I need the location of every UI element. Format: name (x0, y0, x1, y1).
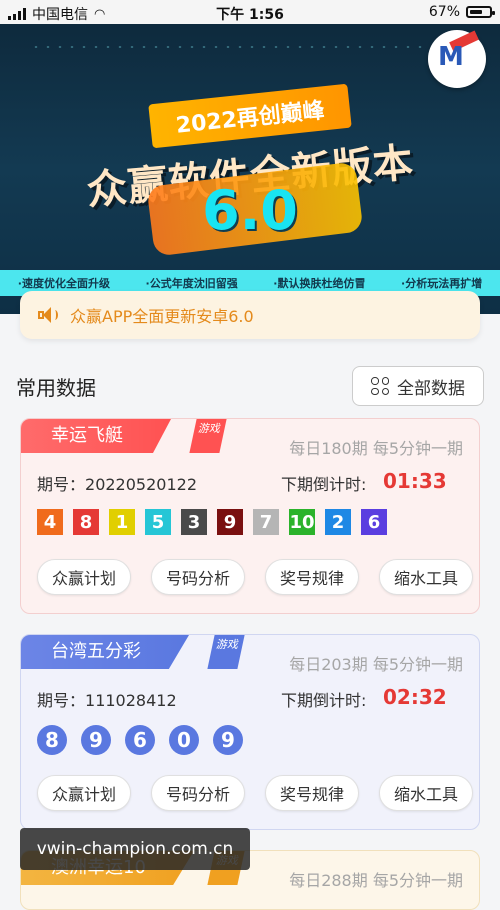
draw-number: 10 (289, 509, 315, 535)
countdown-label: 下期倒计时: (281, 691, 367, 710)
card-frequency: 每日288期 每5分钟一期 (289, 871, 463, 890)
clock: 下午 1:56 (216, 7, 284, 23)
feature-item: ·速度优化全面升级 (17, 277, 110, 290)
period-label: 期号： (37, 475, 86, 494)
banner-decoration (30, 42, 470, 52)
draw-number: 7 (253, 509, 279, 535)
draw-number: 6 (361, 509, 387, 535)
card-frequency: 每日180期 每5分钟一期 (289, 439, 463, 458)
draw-number: 2 (325, 509, 351, 535)
draw-number: 9 (217, 509, 243, 535)
draw-number: 5 (145, 509, 171, 535)
section-title: 常用数据 (16, 376, 96, 400)
countdown-value: 01:33 (383, 469, 447, 493)
logo-m-icon: M (438, 42, 464, 72)
draw-number: 9 (81, 725, 111, 755)
draw-number: 4 (37, 509, 63, 535)
card-actions: 众赢计划 号码分析 奖号规律 缩水工具 (37, 775, 473, 811)
draw-number: 8 (73, 509, 99, 535)
banner-version: 6.0 (202, 179, 298, 242)
plan-button[interactable]: 众赢计划 (37, 559, 131, 595)
number-analysis-button[interactable]: 号码分析 (151, 775, 245, 811)
watermark: vwin-champion.com.cn (20, 828, 250, 870)
feature-item: ·分析玩法再扩增 (401, 277, 483, 290)
all-data-button[interactable]: 全部数据 (352, 366, 484, 406)
draw-number: 6 (125, 725, 155, 755)
card-title: 幸运飞艇 (21, 419, 171, 453)
draw-numbers: 89609 (37, 725, 243, 755)
battery-percent: 67% (428, 4, 460, 20)
battery-icon (466, 6, 495, 18)
prize-pattern-button[interactable]: 奖号规律 (265, 775, 359, 811)
lottery-card-taiwan[interactable]: 台湾五分彩 游戏 每日203期 每5分钟一期 期号：111028412 下期倒计… (20, 634, 480, 830)
reduction-tool-button[interactable]: 缩水工具 (379, 775, 473, 811)
draw-number: 9 (213, 725, 243, 755)
all-data-label: 全部数据 (397, 378, 465, 399)
promo-banner[interactable]: M 2022再创巅峰 众赢软件全新版本 6.0 ·速度优化全面升级 ·公式年度沈… (0, 24, 500, 314)
countdown-label: 下期倒计时: (281, 475, 367, 494)
feature-item: ·公式年度沈旧留强 (145, 277, 238, 290)
game-badge: 游戏 (207, 635, 245, 669)
draw-number: 8 (37, 725, 67, 755)
feature-item: ·默认换肤杜绝仿冒 (273, 277, 366, 290)
grid-icon (371, 377, 389, 395)
draw-number: 0 (169, 725, 199, 755)
card-title: 台湾五分彩 (21, 635, 189, 669)
countdown-value: 02:32 (383, 685, 447, 709)
prize-pattern-button[interactable]: 奖号规律 (265, 559, 359, 595)
reduction-tool-button[interactable]: 缩水工具 (379, 559, 473, 595)
game-badge: 游戏 (189, 419, 227, 453)
card-actions: 众赢计划 号码分析 奖号规律 缩水工具 (37, 559, 473, 595)
speaker-icon (38, 306, 58, 324)
status-bar: 中国电信 ◠ 下午 1:56 67% (0, 0, 500, 24)
notice-bar[interactable]: 众赢APP全面更新安卓6.0 (20, 291, 480, 339)
period-value: 111028412 (85, 691, 177, 710)
plan-button[interactable]: 众赢计划 (37, 775, 131, 811)
lottery-card-xingyunfeiting[interactable]: 幸运飞艇 游戏 每日180期 每5分钟一期 期号：20220520122 下期倒… (20, 418, 480, 614)
period-value: 20220520122 (85, 475, 197, 494)
section-header: 常用数据 全部数据 (0, 360, 500, 410)
notice-text: 众赢APP全面更新安卓6.0 (70, 307, 254, 326)
card-period: 期号：20220520122 (37, 471, 197, 495)
draw-number: 3 (181, 509, 207, 535)
card-period: 期号：111028412 (37, 687, 177, 711)
number-analysis-button[interactable]: 号码分析 (151, 559, 245, 595)
app-logo[interactable]: M (428, 30, 486, 88)
draw-numbers: 4 8 1 5 3 9 7 10 2 6 (37, 509, 387, 535)
draw-number: 1 (109, 509, 135, 535)
card-frequency: 每日203期 每5分钟一期 (289, 655, 463, 674)
period-label: 期号： (37, 691, 86, 710)
